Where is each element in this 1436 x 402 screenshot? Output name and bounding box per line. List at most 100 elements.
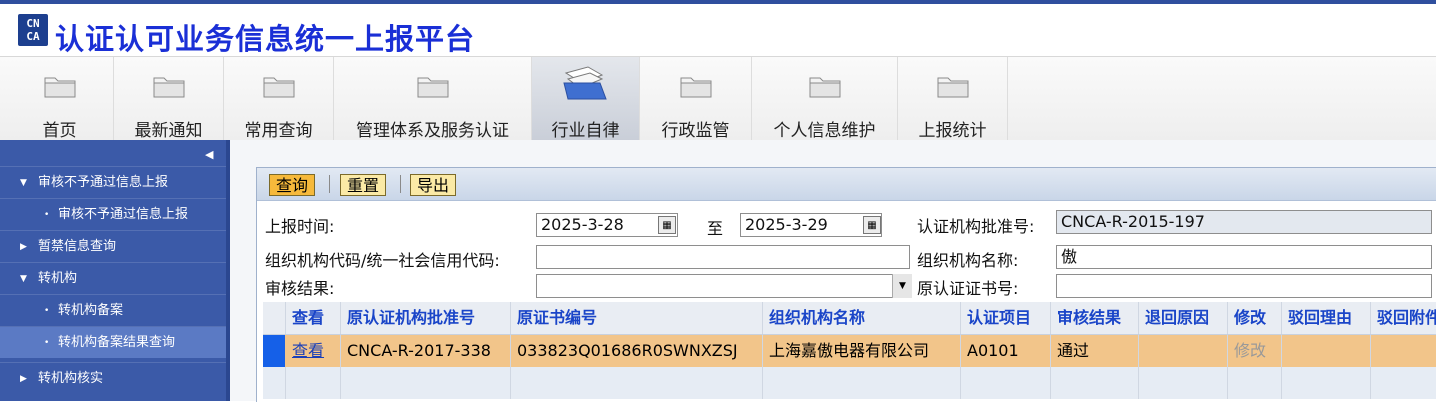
- sidebar-item-label: 审核不予通过信息上报: [58, 207, 189, 222]
- nav-label: 上报统计: [918, 121, 987, 141]
- folder-icon: [809, 77, 841, 98]
- to-label: 至: [707, 219, 724, 238]
- nav-label: 最新通知: [134, 121, 203, 141]
- empty-cell: [961, 367, 1051, 399]
- calendar-icon[interactable]: ▦: [863, 216, 881, 234]
- folder-icon: [44, 77, 76, 98]
- query-button[interactable]: 查询: [269, 174, 316, 196]
- reject-reason-cell: [1282, 335, 1371, 367]
- sidebar-item-transfer-filing-result[interactable]: • 转机构备案结果查询: [0, 326, 226, 358]
- bullet-icon: •: [44, 338, 50, 348]
- cert-no-cell: 033823Q01686R0SWNXZSJ: [511, 335, 763, 367]
- date-to-input[interactable]: 2025-3-29: [740, 213, 882, 237]
- nav-personal-info[interactable]: 个人信息维护: [752, 57, 898, 141]
- empty-cell: [1228, 367, 1282, 399]
- app-header: CN CA 认证认可业务信息统一上报平台: [0, 4, 1436, 56]
- nav-industry-self-discipline[interactable]: 行业自律: [532, 57, 640, 141]
- folder-icon: [937, 77, 969, 98]
- cnca-logo: CN CA: [18, 14, 48, 46]
- nav-label: 常用查询: [244, 121, 313, 141]
- column-header: 退回原因: [1139, 302, 1228, 334]
- collapse-sidebar-icon[interactable]: ◀: [205, 148, 213, 161]
- sidebar-item-label: 转机构备案: [58, 303, 124, 318]
- expand-arrow-icon: ▼: [20, 178, 27, 188]
- sidebar: ◀ ▼ 审核不予通过信息上报 • 审核不予通过信息上报 ▶ 暂禁信息查询 ▼ 转…: [0, 140, 230, 401]
- folder-icon: [680, 77, 712, 98]
- column-header: 审核结果: [1051, 302, 1139, 334]
- column-header: 驳回附件: [1371, 302, 1436, 334]
- view-link[interactable]: 查看: [286, 335, 341, 367]
- sidebar-group-transfer-body[interactable]: ▼ 转机构: [0, 262, 226, 294]
- orig-body-cell: CNCA-R-2017-338: [341, 335, 511, 367]
- table-row[interactable]: 查看 CNCA-R-2017-338 033823Q01686R0SWNXZSJ…: [263, 335, 1436, 367]
- sidebar-item-label: 暂禁信息查询: [38, 239, 117, 254]
- org-name-input[interactable]: 傲: [1056, 245, 1432, 269]
- nav-administrative-supervision[interactable]: 行政监管: [640, 57, 752, 141]
- content-area: 查询 重置 导出 上报时间: 2025-3-28 ▦ 至 2025-3-29 ▦…: [230, 140, 1436, 402]
- bullet-icon: •: [44, 210, 50, 220]
- table-header: 查看 原认证机构批准号 原证书编号 组织机构名称 认证项目 审核结果 退回原因 …: [263, 302, 1436, 335]
- nav-home[interactable]: 首页: [6, 57, 114, 141]
- sidebar-item-audit-rejection-report[interactable]: • 审核不予通过信息上报: [0, 198, 226, 230]
- chevron-down-icon[interactable]: ▼: [892, 274, 912, 298]
- nav-label: 首页: [42, 121, 77, 141]
- column-header: 修改: [1228, 302, 1282, 334]
- report-time-label: 上报时间:: [265, 217, 335, 236]
- sidebar-item-label: 转机构: [38, 271, 78, 286]
- nav-label: 个人信息维护: [773, 121, 876, 141]
- bullet-icon: •: [44, 306, 50, 316]
- empty-cell: [263, 367, 286, 399]
- toolbar-separator: [329, 175, 330, 193]
- org-code-label: 组织机构代码/统一社会信用代码:: [265, 251, 500, 270]
- export-button[interactable]: 导出: [410, 174, 457, 196]
- date-from-input[interactable]: 2025-3-28: [536, 213, 678, 237]
- empty-cell: [286, 367, 341, 399]
- empty-cell: [763, 367, 961, 399]
- org-code-input[interactable]: [536, 245, 910, 269]
- nav-label: 行政监管: [661, 121, 730, 141]
- audit-result-select[interactable]: [536, 274, 912, 298]
- sidebar-group-audit-rejection[interactable]: ▼ 审核不予通过信息上报: [0, 166, 226, 198]
- sidebar-item-label: 转机构核实: [38, 371, 104, 386]
- empty-cell: [341, 367, 511, 399]
- empty-cell: [511, 367, 763, 399]
- nav-management-certification[interactable]: 管理体系及服务认证: [334, 57, 532, 141]
- main-nav: 首页 最新通知 常用查询 管理体系及服务认证 行业自律 行政监管 个人信息维护 …: [0, 56, 1436, 142]
- column-header: 查看: [286, 302, 341, 334]
- toolbar-separator: [400, 175, 401, 193]
- org-name-cell: 上海嘉傲电器有限公司: [763, 335, 961, 367]
- audit-result-label: 审核结果:: [265, 279, 335, 298]
- result-cell: 通过: [1051, 335, 1139, 367]
- empty-cell: [1371, 367, 1436, 399]
- column-header: 驳回理由: [1282, 302, 1371, 334]
- nav-latest-notices[interactable]: 最新通知: [114, 57, 224, 141]
- column-header: 认证项目: [961, 302, 1051, 334]
- view-link-text[interactable]: 查看: [292, 341, 324, 360]
- reset-button[interactable]: 重置: [340, 174, 387, 196]
- orig-cert-label: 原认证证书号:: [917, 279, 1019, 298]
- calendar-icon[interactable]: ▦: [658, 216, 676, 234]
- sidebar-group-transfer-verification[interactable]: ▶ 转机构核实: [0, 362, 226, 394]
- org-name-label: 组织机构名称:: [917, 251, 1019, 270]
- column-header: 原认证机构批准号: [341, 302, 511, 334]
- sidebar-item-transfer-filing[interactable]: • 转机构备案: [0, 294, 226, 326]
- collapse-arrow-icon: ▶: [20, 374, 27, 384]
- header-marker: [263, 302, 286, 334]
- nav-common-query[interactable]: 常用查询: [224, 57, 334, 141]
- sidebar-item-label: 转机构备案结果查询: [58, 335, 176, 350]
- folder-icon: [417, 77, 449, 98]
- row-selection-marker[interactable]: [263, 335, 285, 367]
- orig-cert-input[interactable]: [1056, 274, 1432, 298]
- column-header: 原证书编号: [511, 302, 763, 334]
- empty-cell: [1282, 367, 1371, 399]
- project-cell: A0101: [961, 335, 1051, 367]
- expand-arrow-icon: ▼: [20, 274, 27, 284]
- nav-label: 行业自律: [551, 121, 620, 141]
- sidebar-item-label: 审核不予通过信息上报: [38, 175, 169, 190]
- reject-attachment-cell: [1371, 335, 1436, 367]
- empty-cell: [1139, 367, 1228, 399]
- nav-report-statistics[interactable]: 上报统计: [898, 57, 1008, 141]
- toolbar: 查询 重置 导出: [257, 168, 1436, 201]
- cert-body-input: CNCA-R-2015-197: [1056, 210, 1432, 234]
- sidebar-group-suspension-query[interactable]: ▶ 暂禁信息查询: [0, 230, 226, 262]
